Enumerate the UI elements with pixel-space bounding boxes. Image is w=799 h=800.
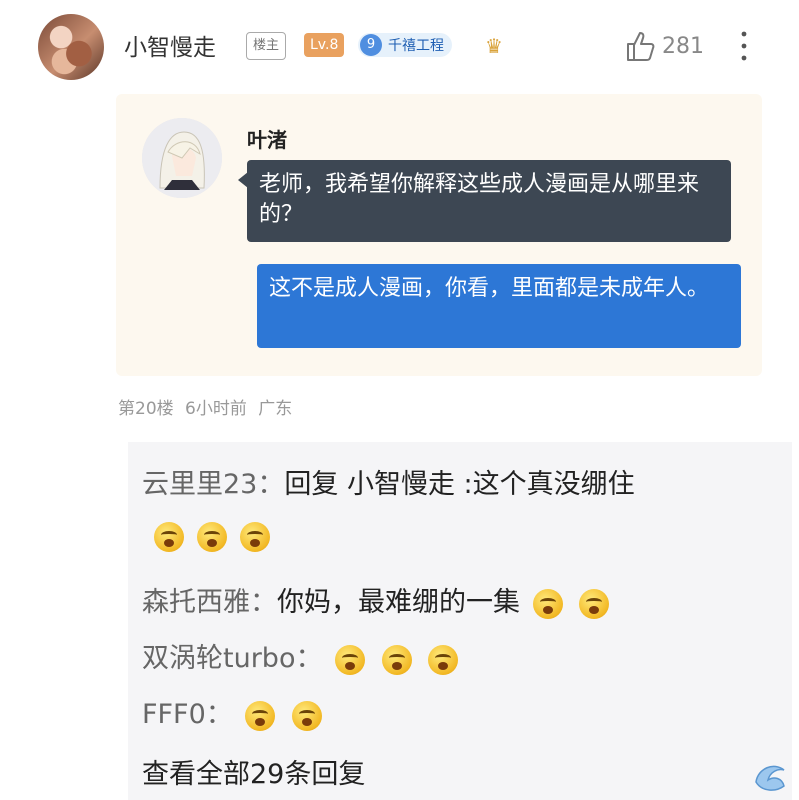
- sweating-face-emoji: [197, 522, 228, 552]
- sweating-face-emoji: [291, 700, 322, 731]
- sweating-face-emoji: [245, 700, 276, 731]
- more-vertical-icon[interactable]: [738, 28, 750, 64]
- answer-bubble: 这不是成人漫画，你看，里面都是未成年人。: [257, 264, 741, 348]
- reply-text: 你妈，最难绷的一集: [277, 587, 520, 618]
- badge-label: 千禧工程: [388, 38, 444, 54]
- reply-item[interactable]: 森托西雅：你妈，最难绷的一集: [142, 580, 613, 619]
- username[interactable]: 小智慢走: [124, 28, 216, 62]
- host-tag: 楼主: [246, 32, 287, 60]
- reply-text: 回复 小智慢走 :这个真没绷住: [284, 469, 635, 500]
- view-all-replies-link[interactable]: 查看全部29条回复: [142, 752, 365, 791]
- emoji-row: [150, 522, 274, 552]
- thumbs-up-icon[interactable]: [626, 30, 656, 62]
- chat-avatar: [142, 118, 222, 198]
- sweating-face-emoji: [532, 588, 563, 619]
- reply-username[interactable]: FFF0：: [142, 699, 233, 730]
- sweating-face-emoji: [240, 522, 271, 552]
- diamond-icon: 9: [360, 34, 382, 56]
- reply-item[interactable]: 双涡轮turbo：: [142, 636, 462, 675]
- chat-username: 叶渚: [247, 128, 287, 152]
- floor-number: 第20楼: [118, 399, 174, 419]
- sweating-face-emoji: [579, 588, 610, 619]
- crown-icon: ♛: [485, 34, 503, 58]
- level-badge: Lv.8: [304, 33, 345, 57]
- reply-username[interactable]: 森托西雅：: [142, 587, 277, 618]
- character-portrait-icon: [142, 118, 222, 198]
- reply-username[interactable]: 双涡轮turbo：: [142, 643, 322, 674]
- reply-username[interactable]: 云里里23：: [142, 469, 284, 500]
- avatar[interactable]: [38, 14, 104, 80]
- like-count: 281: [662, 34, 704, 59]
- sweating-face-emoji: [335, 644, 366, 675]
- post-meta: 第20楼 6小时前 广东: [118, 394, 292, 419]
- floating-action-icon[interactable]: [748, 752, 792, 796]
- sweating-face-emoji: [154, 522, 184, 552]
- post-location: 广东: [258, 399, 293, 419]
- question-bubble: 老师，我希望你解释这些成人漫画是从哪里来的？: [247, 160, 731, 242]
- fan-badge[interactable]: 9 千禧工程: [358, 33, 452, 57]
- reply-item[interactable]: FFF0：: [142, 692, 326, 731]
- sweating-face-emoji: [381, 644, 412, 675]
- reply-item[interactable]: 云里里23：回复 小智慢走 :这个真没绷住: [142, 462, 635, 501]
- post-time: 6小时前: [185, 399, 247, 419]
- sweating-face-emoji: [428, 644, 459, 675]
